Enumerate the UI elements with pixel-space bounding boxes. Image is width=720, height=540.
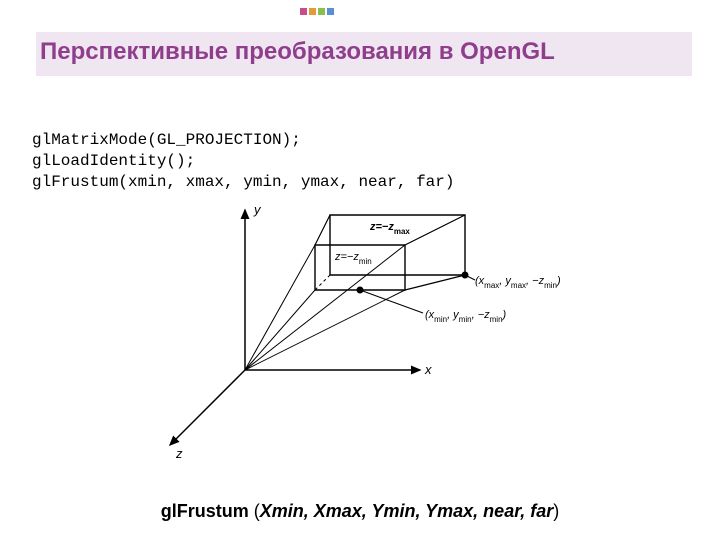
z-near-label: z=−zmin	[334, 251, 372, 266]
fn-name: glFrustum	[161, 501, 249, 521]
pt-far-label: (xmax, ymax, −zmin)	[475, 275, 561, 290]
function-caption: glFrustum (Xmin, Xmax, Ymin, Ymax, near,…	[0, 501, 720, 522]
logo-sq-4	[327, 8, 334, 15]
code-line-2: glLoadIdentity();	[32, 152, 195, 170]
code-block: glMatrixMode(GL_PROJECTION); glLoadIdent…	[32, 130, 454, 192]
fn-args: Xmin, Xmax, Ymin, Ymax, near, far	[260, 501, 553, 521]
z-far-label: z=−zmax	[369, 221, 410, 236]
code-line-3: glFrustum(xmin, xmax, ymin, ymax, near, …	[32, 173, 454, 191]
logo-sq-1	[300, 8, 307, 15]
pt-near-label: (xmin, ymin, −zmin)	[425, 309, 507, 324]
logo-sq-2	[309, 8, 316, 15]
axis-z-label: z	[175, 446, 183, 460]
code-line-1: glMatrixMode(GL_PROJECTION);	[32, 131, 301, 149]
frustum-diagram: x y z z=−zmax z=−zmin (xmax, ymax, −zmin…	[140, 200, 610, 460]
paren-open: (	[249, 501, 260, 521]
logo-squares	[300, 8, 334, 15]
axis-x-label: x	[424, 362, 432, 377]
logo-sq-3	[318, 8, 325, 15]
slide-title: Перспективные преобразования в OpenGL	[36, 32, 692, 76]
axis-y-label: y	[253, 202, 262, 217]
paren-close: )	[553, 501, 559, 521]
